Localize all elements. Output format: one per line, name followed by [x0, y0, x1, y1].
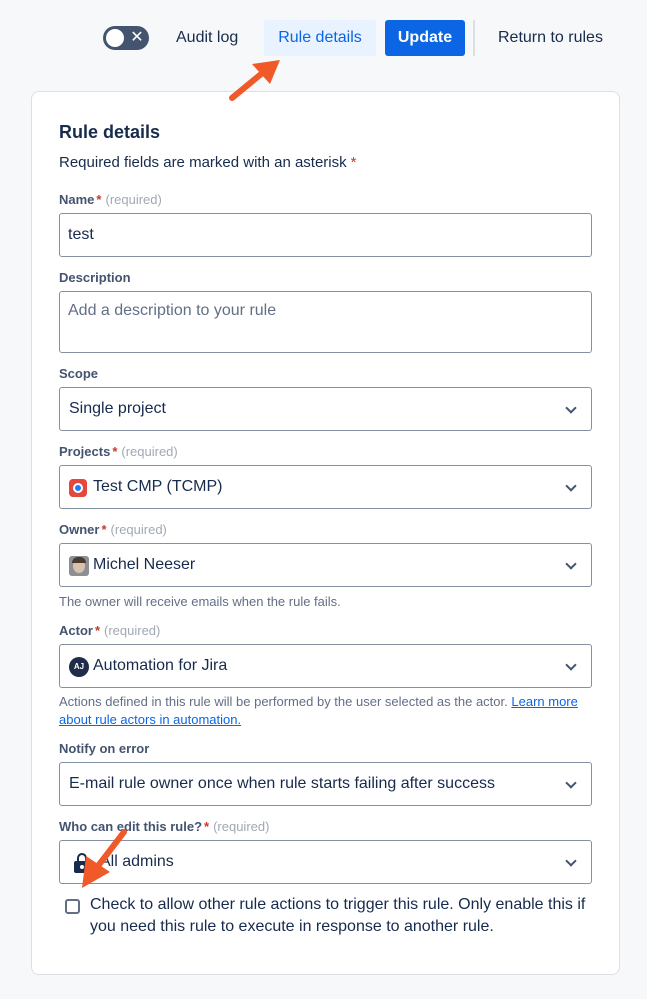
owner-label-text: Owner: [59, 522, 100, 537]
owner-star: *: [101, 522, 107, 537]
annotation-arrow-icon: [229, 60, 280, 101]
actor-value: Automation for Jira: [93, 657, 228, 674]
description-label: Description: [59, 270, 131, 285]
notify-label: Notify on error: [59, 741, 150, 756]
return-to-rules-button[interactable]: Return to rules: [486, 20, 615, 56]
name-label: Name * (required): [59, 192, 162, 207]
chevron-down-icon: [551, 841, 591, 883]
owner-label: Owner * (required): [59, 522, 167, 537]
scope-value: Single project: [69, 400, 166, 417]
notify-select[interactable]: E-mail rule owner once when rule starts …: [59, 762, 592, 806]
scope-label: Scope: [59, 366, 99, 381]
name-star: *: [96, 192, 102, 207]
actor-select[interactable]: AJ Automation for Jira: [59, 644, 592, 688]
toggle-knob: [106, 29, 124, 47]
rule-details-button[interactable]: Rule details: [264, 20, 376, 56]
chevron-down-icon: [551, 388, 591, 430]
toolbar: ✕ Audit log Rule details Update Return t…: [0, 0, 647, 76]
projects-select[interactable]: Test CMP (TCMP): [59, 465, 592, 509]
who-can-edit-select[interactable]: All admins: [59, 840, 592, 884]
projects-label-text: Projects: [59, 444, 111, 459]
projects-value: Test CMP (TCMP): [93, 478, 223, 495]
scope-select[interactable]: Single project: [59, 387, 592, 431]
projects-label: Projects * (required): [59, 444, 178, 459]
notify-value: E-mail rule owner once when rule starts …: [69, 775, 495, 792]
owner-required: (required): [110, 522, 167, 537]
annotation-arrow-icon: [82, 829, 127, 888]
automation-avatar-icon: AJ: [69, 657, 89, 677]
chevron-down-icon: [551, 645, 591, 687]
audit-log-button[interactable]: Audit log: [164, 20, 250, 56]
name-required: (required): [105, 192, 162, 207]
actor-required: (required): [104, 623, 161, 638]
project-icon: [69, 479, 87, 497]
description-textarea[interactable]: Add a description to your rule: [59, 291, 592, 353]
who-can-edit-required: (required): [213, 819, 270, 834]
actor-star: *: [94, 623, 101, 638]
name-label-text: Name: [59, 192, 95, 207]
toolbar-divider: [473, 20, 475, 56]
required-star: *: [350, 154, 357, 171]
rule-enabled-toggle[interactable]: ✕: [103, 26, 149, 50]
actor-label-text: Actor: [59, 623, 93, 638]
owner-value: Michel Neeser: [93, 556, 196, 573]
actor-helper-text: Actions defined in this rule will be per…: [59, 694, 508, 709]
projects-required: (required): [121, 444, 178, 459]
update-button[interactable]: Update: [385, 20, 465, 56]
required-note-text: Required fields are marked with an aster…: [59, 154, 347, 171]
name-input[interactable]: test: [59, 213, 592, 257]
chevron-down-icon: [551, 466, 591, 508]
actor-label: Actor * (required): [59, 623, 160, 638]
who-can-edit-star: *: [204, 819, 210, 834]
owner-helper: The owner will receive emails when the r…: [59, 594, 341, 609]
owner-select[interactable]: Michel Neeser: [59, 543, 592, 587]
avatar: [69, 556, 89, 576]
chevron-down-icon: [551, 544, 591, 586]
close-icon: ✕: [130, 29, 144, 46]
required-note: Required fields are marked with an aster…: [59, 154, 356, 171]
chevron-down-icon: [551, 763, 591, 805]
card-title: Rule details: [59, 122, 161, 142]
projects-star: *: [112, 444, 118, 459]
actor-helper: Actions defined in this rule will be per…: [59, 693, 594, 729]
allow-trigger-checkbox[interactable]: [65, 899, 80, 914]
allow-trigger-label: Check to allow other rule actions to tri…: [90, 896, 586, 935]
